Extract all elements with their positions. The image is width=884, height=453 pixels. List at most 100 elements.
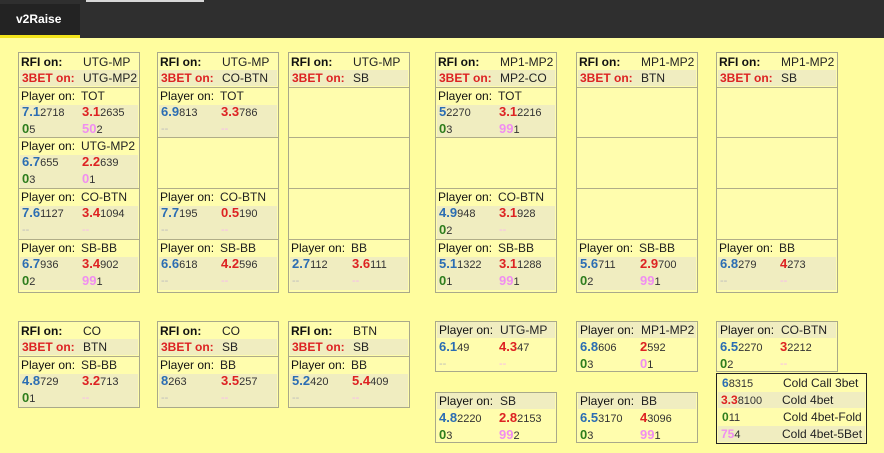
- stat-main: 6.9: [161, 104, 180, 119]
- range-box: RFI on: BTN 3BET on: SB Player on: BB 5.2420 5.…: [288, 321, 410, 408]
- stat-sample: 273: [787, 259, 806, 271]
- 3bet-label: 3BET on:: [720, 71, 773, 85]
- stat-main: 4.8: [439, 410, 458, 425]
- player-on-label: Player on:: [438, 241, 493, 255]
- rfi-row: RFI on: CO: [160, 323, 276, 339]
- stat-main: 6.7: [22, 154, 41, 169]
- 3bet-row: 3BET on: SB: [159, 339, 277, 355]
- player-on-label: Player on:: [160, 89, 215, 103]
- stat-main: 5.6: [580, 256, 599, 271]
- stat-value: --: [161, 121, 168, 135]
- legend-sample: 4: [734, 429, 741, 441]
- legend-label: Cold 4bet: [782, 393, 834, 407]
- stat-sample: 2: [446, 225, 453, 237]
- player-position: UTG-MP2: [81, 139, 135, 153]
- stat-sample: 2: [96, 124, 103, 136]
- rfi-label: RFI on:: [719, 55, 761, 69]
- 3bet-label: 3BET on:: [292, 71, 345, 85]
- stat-value: 2.7112: [292, 256, 328, 271]
- stat-value: --: [780, 273, 787, 287]
- stat-value: --: [221, 273, 228, 287]
- stat-value: 6.149: [439, 339, 469, 354]
- legend-value: 3.38100: [721, 392, 762, 409]
- stat-empty: --: [292, 392, 300, 404]
- divider: [717, 137, 837, 138]
- stat-value: 5.2420: [292, 373, 328, 388]
- 3bet-label: 3BET on:: [439, 71, 492, 85]
- stat-value: 4.347: [499, 339, 529, 354]
- stat-sample: 2220: [457, 413, 482, 425]
- stat-sample: 1: [89, 174, 96, 186]
- 3bet-label: 3BET on:: [580, 71, 633, 85]
- 3bet-position: SB: [353, 340, 370, 354]
- stat-sample: 47: [517, 342, 530, 354]
- stat-value: --: [221, 121, 228, 135]
- stat-value: 991: [499, 273, 520, 288]
- player-on-label: Player on:: [439, 323, 494, 337]
- position-box: Player on: MP1-MP2 6.8606 2592 03 01: [576, 321, 698, 372]
- rfi-position: BTN: [353, 324, 377, 338]
- tab-v2raise[interactable]: v2Raise: [0, 4, 80, 38]
- player-on-label: Player on:: [21, 89, 76, 103]
- stat-sample: 592: [647, 342, 666, 354]
- top-accent-line: [86, 0, 204, 2]
- rfi-row: RFI on: MP1-MP2: [438, 54, 554, 70]
- player-on-row: Player on: BB: [291, 357, 407, 373]
- player-position: CO-BTN: [498, 190, 544, 204]
- stat-main: 99: [499, 121, 514, 136]
- rfi-position: MP1-MP2: [500, 55, 554, 69]
- player-on-label: Player on:: [579, 241, 634, 255]
- player-on-row: Player on: UTG-MP: [437, 322, 555, 338]
- 3bet-position: SB: [781, 71, 798, 85]
- stat-main: 99: [499, 427, 514, 442]
- stat-sample: 618: [179, 259, 198, 271]
- stat-value: 991: [640, 273, 661, 288]
- range-box: RFI on: UTG-MP 3BET on: UTG-MP2 Player on: TO…: [18, 52, 140, 293]
- player-on-row: Player on: BB: [578, 393, 696, 409]
- stat-empty: --: [161, 123, 169, 135]
- player-on-label: Player on:: [21, 358, 76, 372]
- stat-value: 6.52270: [720, 339, 763, 354]
- stat-value: 992: [499, 427, 520, 442]
- stat-value: --: [221, 222, 228, 236]
- stat-sample: 606: [598, 342, 617, 354]
- stat-main: 6.5: [580, 410, 599, 425]
- stat-empty: --: [499, 224, 507, 236]
- player-position: BB: [641, 394, 658, 408]
- 3bet-row: 3BET on: SB: [718, 70, 836, 86]
- stat-value: --: [292, 273, 299, 287]
- 3bet-position: CO-BTN: [222, 71, 268, 85]
- stat-empty: --: [352, 275, 360, 287]
- stat-value: --: [161, 222, 168, 236]
- rfi-label: RFI on:: [579, 55, 621, 69]
- 3bet-position: SB: [353, 71, 370, 85]
- stat-sample: 2270: [446, 107, 471, 119]
- stat-value: 2592: [640, 339, 666, 354]
- divider: [717, 188, 837, 189]
- stat-sample: 2635: [100, 107, 125, 119]
- player-on-label: Player on:: [438, 190, 493, 204]
- stat-value: --: [352, 273, 359, 287]
- stat-main: 4.8: [22, 373, 41, 388]
- 3bet-row: 3BET on: MP2-CO: [437, 70, 555, 86]
- stat-value: --: [161, 390, 168, 404]
- legend-value: 68315: [722, 375, 753, 392]
- player-on-label: Player on:: [291, 358, 346, 372]
- player-position: BB: [351, 358, 368, 372]
- stat-main: 3.4: [82, 205, 101, 220]
- stat-value: 8263: [161, 373, 187, 388]
- player-on-label: Player on:: [291, 241, 346, 255]
- stat-value: 05: [22, 121, 35, 136]
- stat-value: 2.9700: [640, 256, 676, 271]
- stat-sample: 936: [40, 259, 59, 271]
- player-on-row: Player on: CO-BTN: [438, 189, 554, 205]
- stat-value: --: [22, 222, 29, 236]
- stat-value: 3.1928: [499, 205, 535, 220]
- range-box: RFI on: CO 3BET on: BTN Player on: SB-BB 4.872…: [18, 321, 140, 408]
- stat-sample: 2: [587, 276, 594, 288]
- player-on-label: Player on:: [160, 241, 215, 255]
- stat-value: 991: [82, 273, 103, 288]
- player-on-label: Player on:: [580, 394, 635, 408]
- 3bet-row: 3BET on: CO-BTN: [159, 70, 277, 86]
- position-box: Player on: SB 4.82220 2.82153 03 992: [435, 392, 557, 443]
